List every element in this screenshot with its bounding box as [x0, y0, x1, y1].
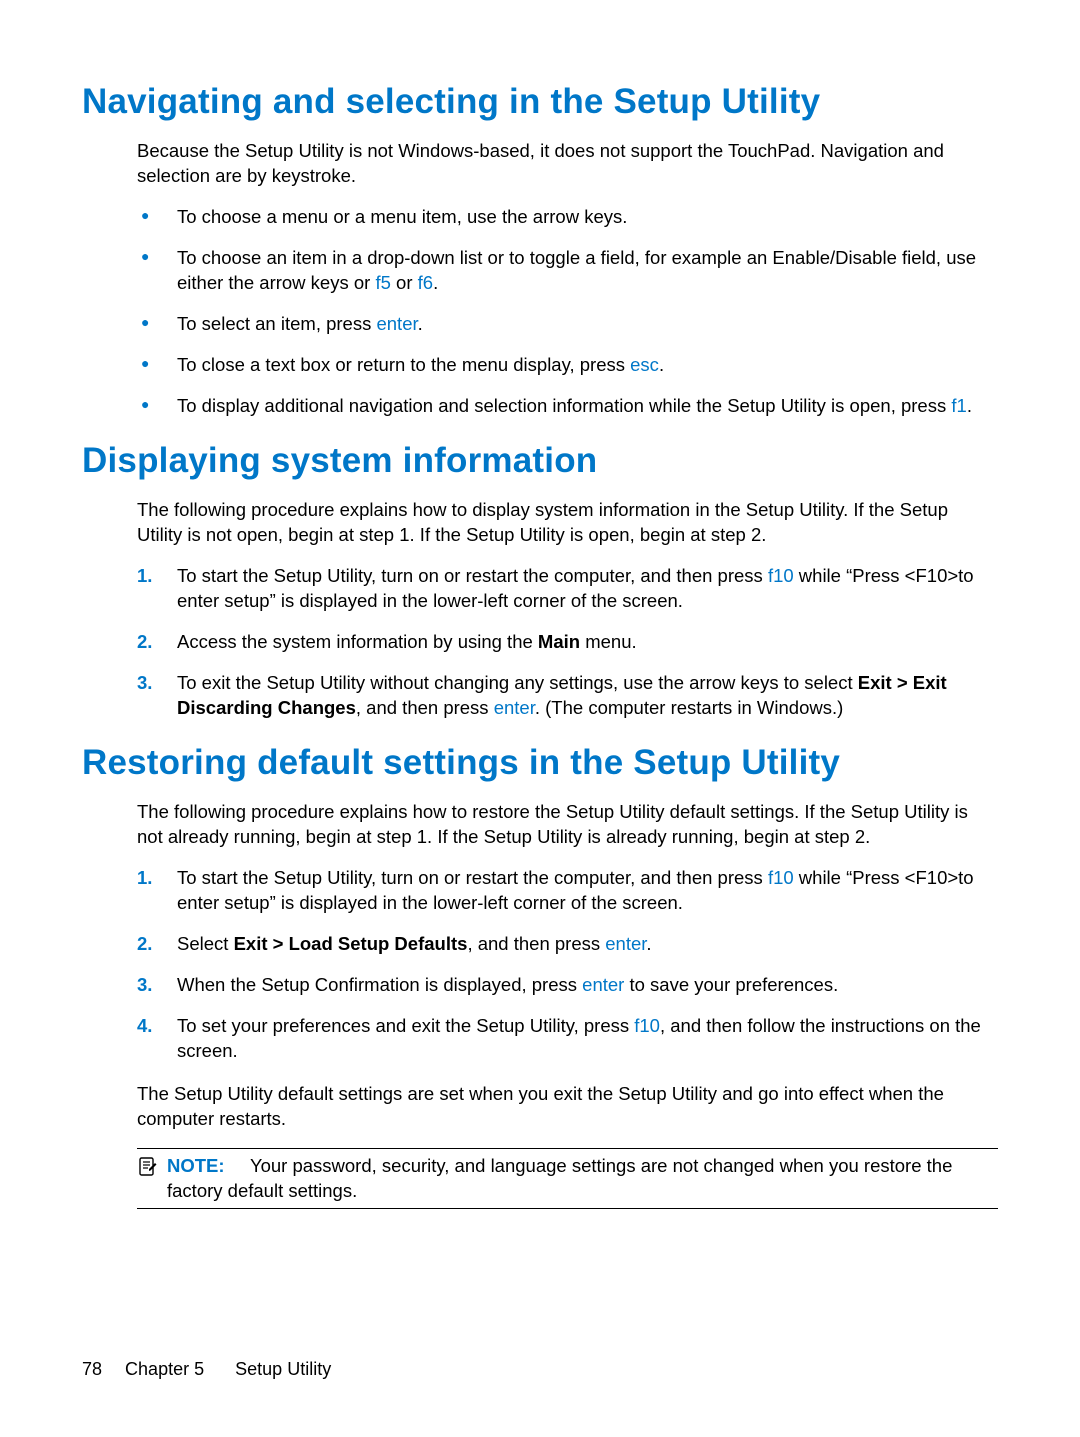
text: or [391, 272, 418, 293]
key-enter: enter [494, 697, 535, 718]
key-enter: enter [605, 933, 646, 954]
heading-navigating: Navigating and selecting in the Setup Ut… [82, 78, 998, 125]
paragraph: The following procedure explains how to … [137, 800, 998, 850]
list-item: To exit the Setup Utility without changi… [137, 671, 998, 721]
note-text-wrap: NOTE: Your password, security, and langu… [167, 1154, 998, 1204]
chapter-title: Setup Utility [235, 1359, 331, 1379]
text: . [967, 395, 972, 416]
note-text: Your password, security, and language se… [167, 1155, 952, 1201]
heading-displaying-system-info: Displaying system information [82, 437, 998, 484]
text: To choose a menu or a menu item, use the… [177, 206, 627, 227]
key-esc: esc [630, 354, 659, 375]
list-item: To select an item, press enter. [137, 312, 998, 337]
note-icon [137, 1156, 157, 1178]
key-f10: f10 [768, 565, 794, 586]
text: To start the Setup Utility, turn on or r… [177, 867, 768, 888]
paragraph: Because the Setup Utility is not Windows… [137, 139, 998, 189]
text: To start the Setup Utility, turn on or r… [177, 565, 768, 586]
menu-exit-load-defaults: Exit > Load Setup Defaults [234, 933, 468, 954]
bullet-list: To choose a menu or a menu item, use the… [137, 205, 998, 419]
numbered-list: To start the Setup Utility, turn on or r… [137, 866, 998, 1064]
text: . [418, 313, 423, 334]
page-footer: 78 Chapter 5 Setup Utility [82, 1357, 331, 1381]
list-item: To set your preferences and exit the Set… [137, 1014, 998, 1064]
text: To exit the Setup Utility without changi… [177, 672, 858, 693]
text: . [646, 933, 651, 954]
list-item: To close a text box or return to the men… [137, 353, 998, 378]
paragraph: The following procedure explains how to … [137, 498, 998, 548]
note-box: NOTE: Your password, security, and langu… [137, 1148, 998, 1209]
text: to save your preferences. [624, 974, 838, 995]
key-f10: f10 [634, 1015, 660, 1036]
list-item: Access the system information by using t… [137, 630, 998, 655]
text: . [659, 354, 664, 375]
text: To select an item, press [177, 313, 376, 334]
list-item: When the Setup Confirmation is displayed… [137, 973, 998, 998]
list-item: To choose a menu or a menu item, use the… [137, 205, 998, 230]
text: Select [177, 933, 234, 954]
list-item: To start the Setup Utility, turn on or r… [137, 866, 998, 916]
text: To display additional navigation and sel… [177, 395, 951, 416]
heading-restoring-defaults: Restoring default settings in the Setup … [82, 739, 998, 786]
list-item: Select Exit > Load Setup Defaults, and t… [137, 932, 998, 957]
list-item: To start the Setup Utility, turn on or r… [137, 564, 998, 614]
text: To choose an item in a drop-down list or… [177, 247, 976, 293]
paragraph: The Setup Utility default settings are s… [137, 1082, 998, 1132]
text: . (The computer restarts in Windows.) [535, 697, 843, 718]
key-f10: f10 [768, 867, 794, 888]
text: To close a text box or return to the men… [177, 354, 630, 375]
key-f1: f1 [951, 395, 966, 416]
text: When the Setup Confirmation is displayed… [177, 974, 582, 995]
key-enter: enter [376, 313, 417, 334]
page-number: 78 [82, 1359, 102, 1379]
menu-main: Main [538, 631, 580, 652]
text: , and then press [467, 933, 605, 954]
chapter-label: Chapter 5 [125, 1359, 204, 1379]
numbered-list: To start the Setup Utility, turn on or r… [137, 564, 998, 721]
text: menu. [580, 631, 637, 652]
note-label: NOTE: [167, 1155, 225, 1176]
text: , and then press [356, 697, 494, 718]
key-f5: f5 [375, 272, 390, 293]
text: Access the system information by using t… [177, 631, 538, 652]
text: . [433, 272, 438, 293]
list-item: To choose an item in a drop-down list or… [137, 246, 998, 296]
key-f6: f6 [418, 272, 433, 293]
key-enter: enter [582, 974, 624, 995]
list-item: To display additional navigation and sel… [137, 394, 998, 419]
text: To set your preferences and exit the Set… [177, 1015, 634, 1036]
